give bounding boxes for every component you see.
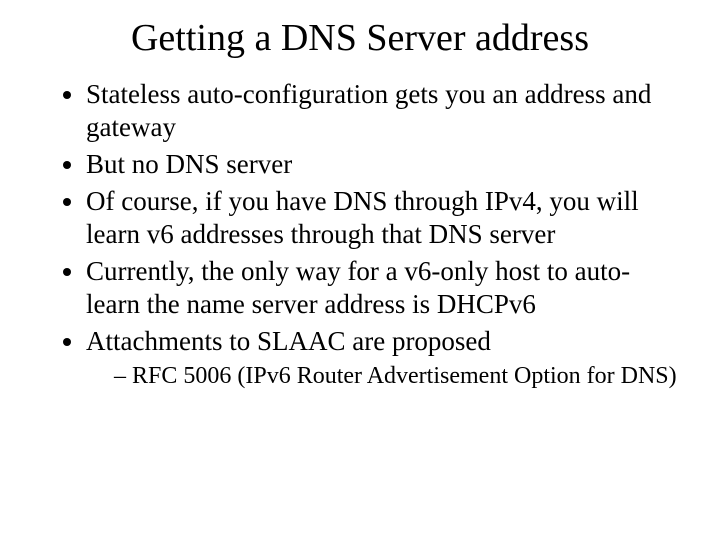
bullet-item: Of course, if you have DNS through IPv4,… [86, 185, 680, 251]
slide-title: Getting a DNS Server address [40, 16, 680, 60]
sub-bullet-item: RFC 5006 (IPv6 Router Advertisement Opti… [114, 362, 680, 391]
bullet-item: Stateless auto-configuration gets you an… [86, 78, 680, 144]
slide: Getting a DNS Server address Stateless a… [0, 0, 720, 540]
sub-bullet-list: RFC 5006 (IPv6 Router Advertisement Opti… [86, 362, 680, 391]
bullet-item: Currently, the only way for a v6-only ho… [86, 255, 680, 321]
bullet-item: But no DNS server [86, 148, 680, 181]
bullet-item: Attachments to SLAAC are proposed RFC 50… [86, 325, 680, 391]
bullet-item-text: Attachments to SLAAC are proposed [86, 326, 491, 356]
bullet-list: Stateless auto-configuration gets you an… [40, 78, 680, 391]
